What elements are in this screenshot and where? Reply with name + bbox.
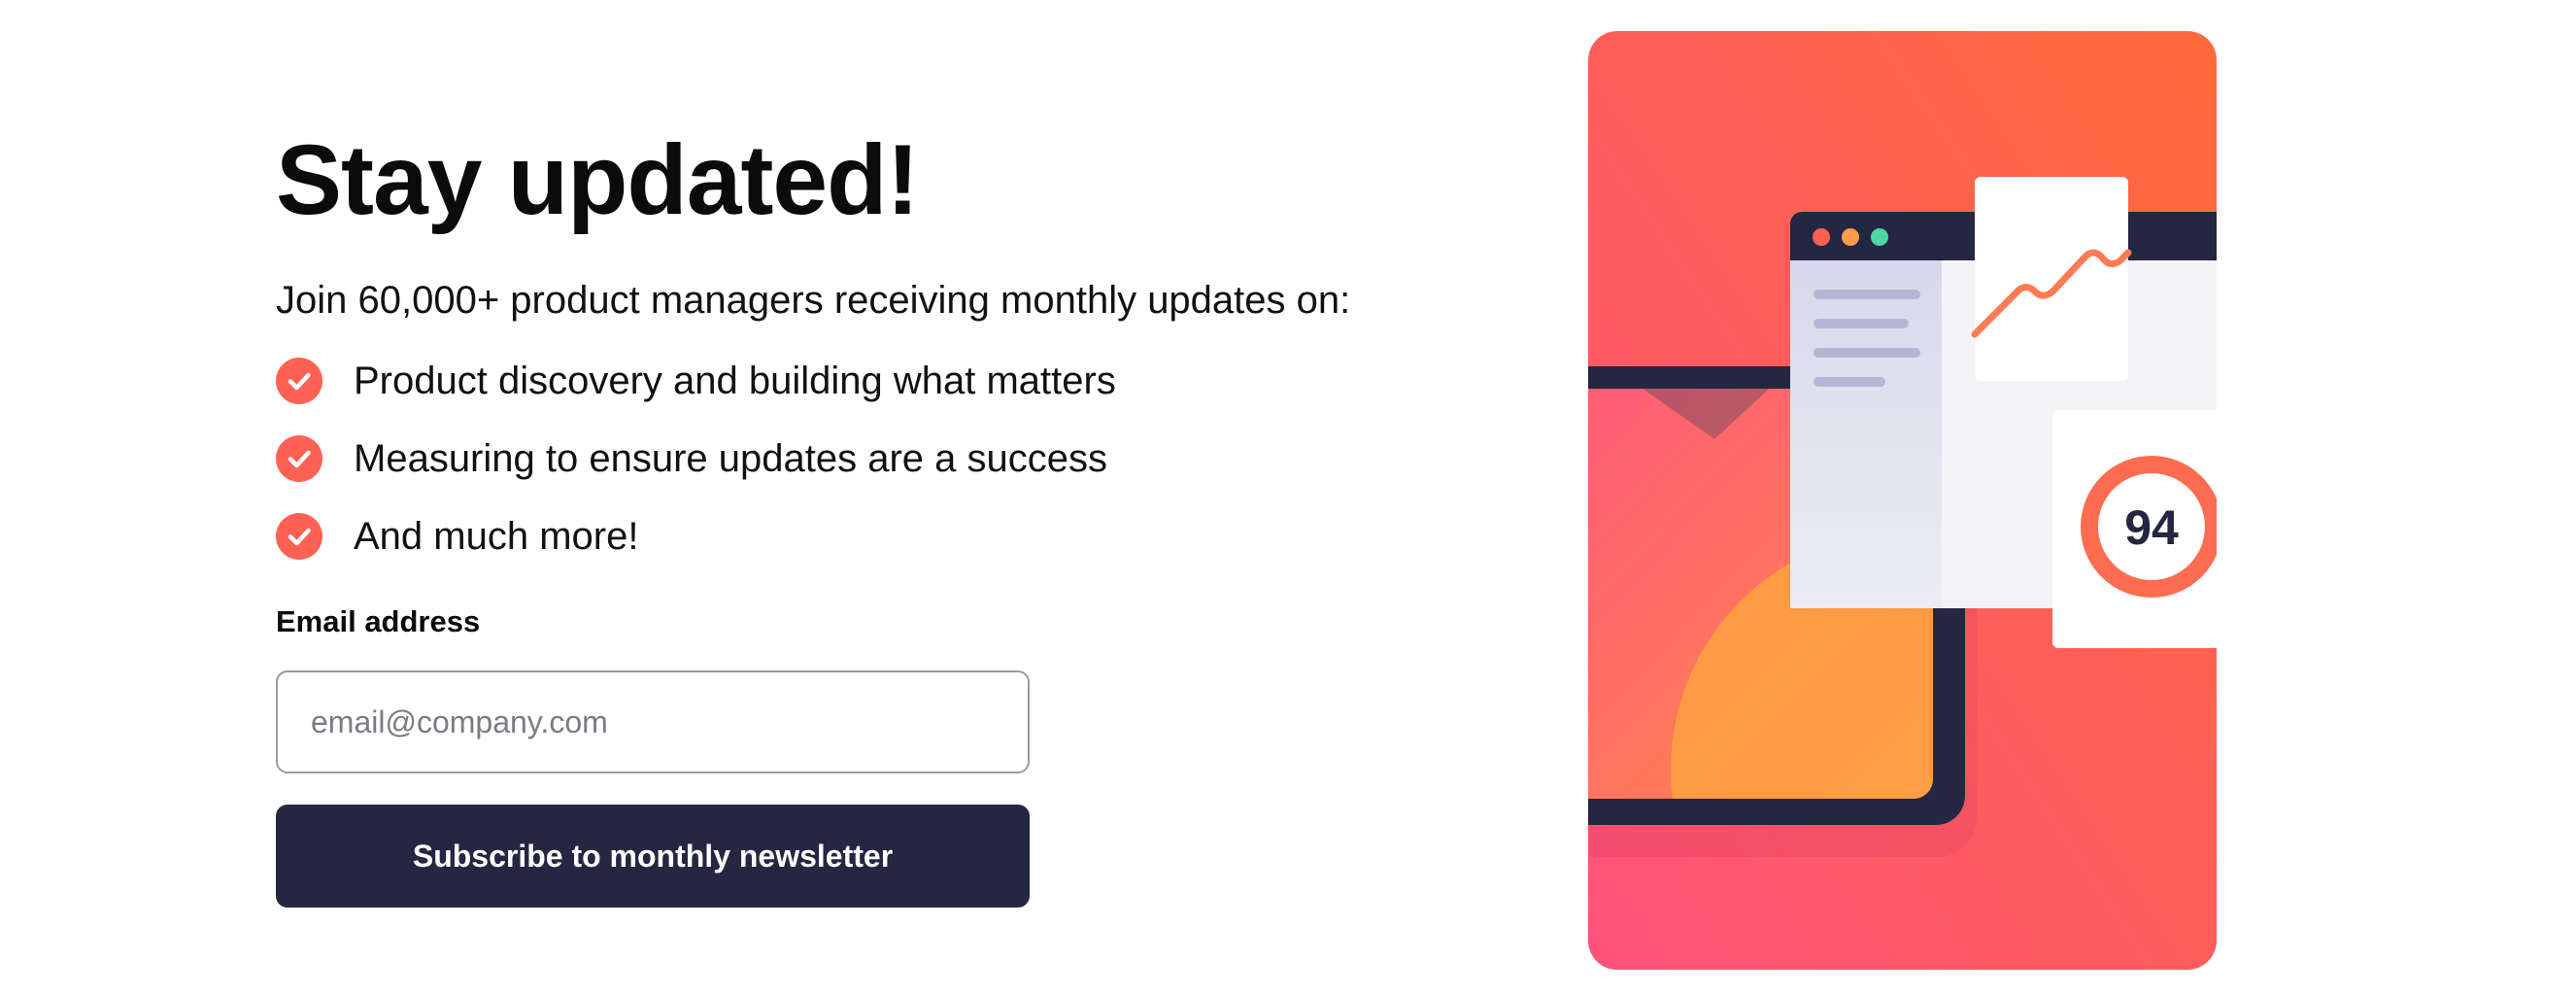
- dashboard-illustration: 94: [1588, 31, 2217, 970]
- window-dot-red: [1813, 228, 1830, 246]
- subscribe-button[interactable]: Subscribe to monthly newsletter: [276, 805, 1030, 908]
- check-icon: [276, 435, 322, 482]
- chart-card: [1975, 177, 2128, 381]
- list-item: Measuring to ensure updates are a succes…: [276, 420, 1500, 498]
- page-title: Stay updated!: [276, 124, 919, 235]
- window-dot-green: [1871, 228, 1888, 246]
- check-icon: [276, 513, 322, 560]
- intro-text: Join 60,000+ product managers receiving …: [276, 279, 1351, 322]
- list-item: Product discovery and building what matt…: [276, 342, 1500, 420]
- check-icon: [276, 358, 322, 404]
- window-dot-orange: [1842, 228, 1859, 246]
- email-field[interactable]: [276, 670, 1030, 773]
- feature-text: And much more!: [354, 514, 639, 558]
- email-label: Email address: [276, 604, 481, 638]
- hero-illustration: 94: [1588, 31, 2217, 970]
- score-value: 94: [2124, 500, 2179, 555]
- score-ring-icon: 94: [2081, 456, 2217, 598]
- feature-text: Product discovery and building what matt…: [354, 359, 1116, 402]
- feature-list: Product discovery and building what matt…: [276, 342, 1500, 575]
- newsletter-content: Stay updated! Join 60,000+ product manag…: [276, 117, 1500, 908]
- feature-text: Measuring to ensure updates are a succes…: [354, 436, 1107, 480]
- list-item: And much more!: [276, 498, 1500, 575]
